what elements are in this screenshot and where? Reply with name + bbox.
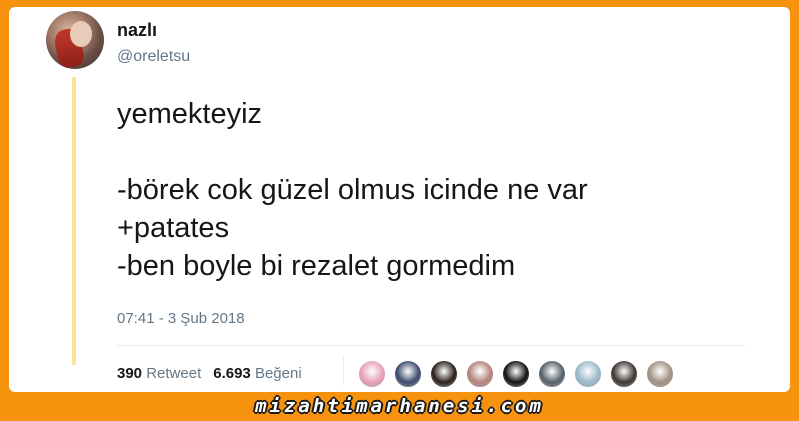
- liker-avatar-7[interactable]: [573, 359, 603, 389]
- liker-avatars: [357, 359, 675, 389]
- like-label: Beğeni: [254, 365, 302, 382]
- user-handle[interactable]: @oreletsu: [117, 48, 190, 66]
- retweet-label: Retweet: [146, 365, 202, 382]
- liker-avatar-9[interactable]: [645, 359, 675, 389]
- retweet-stat[interactable]: 390 Retweet: [117, 365, 201, 382]
- liker-avatar-3[interactable]: [429, 359, 459, 389]
- like-stat[interactable]: 6.693 Beğeni: [213, 365, 301, 382]
- watermark: mizahtimarhanesi.com: [255, 395, 544, 417]
- likers-divider: [343, 355, 344, 385]
- liker-avatar-4[interactable]: [465, 359, 495, 389]
- user-avatar[interactable]: [46, 11, 104, 69]
- retweet-count: 390: [117, 365, 143, 382]
- stats-divider: [117, 345, 745, 346]
- liker-avatar-1[interactable]: [357, 359, 387, 389]
- tweet-timestamp[interactable]: 07:41 - 3 Şub 2018: [117, 310, 245, 327]
- tweet-stats: 390 Retweet 6.693 Beğeni: [117, 365, 302, 382]
- like-count: 6.693: [213, 365, 251, 382]
- tweet-text: yemekteyiz -börek cok güzel olmus icinde…: [117, 98, 588, 282]
- liker-avatar-6[interactable]: [537, 359, 567, 389]
- liker-avatar-8[interactable]: [609, 359, 639, 389]
- display-name[interactable]: nazlı: [117, 20, 157, 41]
- avatar-face: [70, 21, 92, 47]
- liker-avatar-5[interactable]: [501, 359, 531, 389]
- thread-line: [72, 77, 76, 365]
- tweet-card: nazlı @oreletsu yemekteyiz -börek cok gü…: [9, 7, 790, 392]
- liker-avatar-2[interactable]: [393, 359, 423, 389]
